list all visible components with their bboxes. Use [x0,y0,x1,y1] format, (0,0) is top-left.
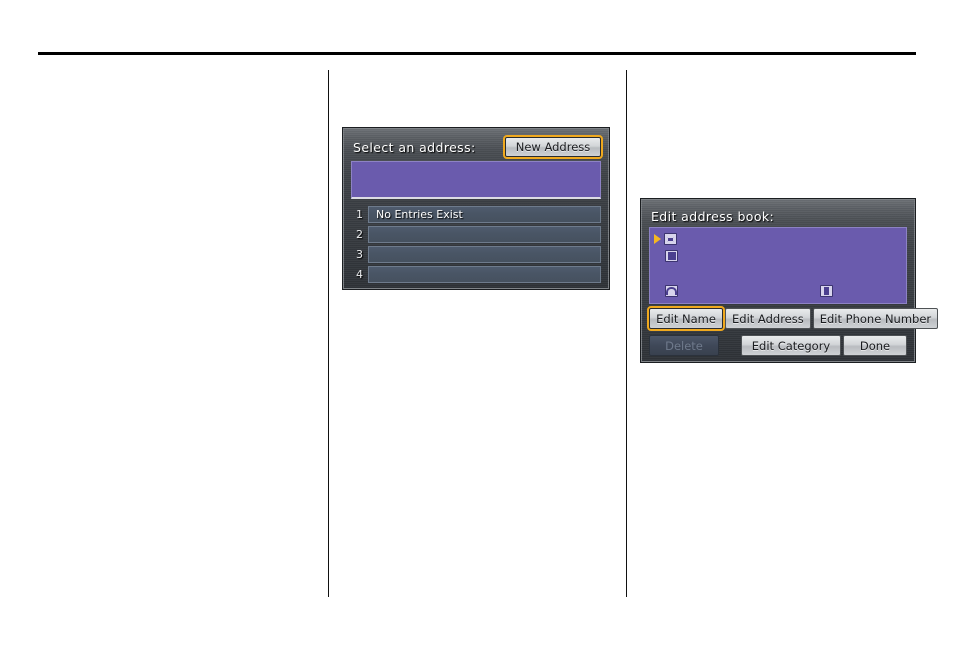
done-button[interactable]: Done [843,335,907,356]
column-divider-right [626,70,627,597]
list-item-value[interactable] [368,266,601,283]
address-list: 1 No Entries Exist 2 3 4 [351,206,601,283]
list-item[interactable]: 1 No Entries Exist [351,206,601,223]
column-divider-left [328,70,329,597]
selected-entry-preview-panel [351,161,601,199]
page-header-rule [38,52,916,55]
edit-buttons-row: Edit Name Edit Address Edit Phone Number [647,306,939,331]
phone-icon [665,285,678,297]
edit-category-button[interactable]: Edit Category [741,335,841,356]
edit-phone-number-button[interactable]: Edit Phone Number [812,308,939,329]
field-row-phone[interactable] [665,285,681,297]
selection-cursor-icon [654,234,661,244]
list-item-value[interactable] [368,246,601,263]
category-icon [820,285,833,297]
list-item-value[interactable] [368,226,601,243]
select-address-title: Select an address: [353,139,476,155]
field-row-category[interactable] [820,285,836,297]
field-row-name[interactable] [654,233,680,245]
list-item[interactable]: 3 [351,246,601,263]
edit-address-book-title: Edit address book: [651,208,775,224]
edit-address-button[interactable]: Edit Address [725,308,811,329]
list-item-number: 4 [356,268,363,281]
address-icon [665,250,678,262]
list-item-number: 3 [356,248,363,261]
field-row-address[interactable] [665,250,681,262]
name-icon [664,233,677,245]
list-item[interactable]: 4 [351,266,601,283]
delete-button: Delete [649,335,719,356]
select-address-titlebar: Select an address: New Address [351,135,603,159]
list-item-number: 2 [356,228,363,241]
list-item-number: 1 [356,208,363,221]
action-buttons-row: Delete Edit Category Done [649,335,907,356]
nav-screenshot-edit-address-book: Edit address book: Edit Name Edit Addres… [640,198,939,363]
edit-name-button[interactable]: Edit Name [647,306,725,331]
address-entry-fields-panel [649,227,907,304]
new-address-button[interactable]: New Address [503,135,603,159]
nav-screenshot-select-address: Select an address: New Address 1 No Entr… [342,127,610,290]
list-item[interactable]: 2 [351,226,601,243]
list-item-value[interactable]: No Entries Exist [368,206,601,223]
